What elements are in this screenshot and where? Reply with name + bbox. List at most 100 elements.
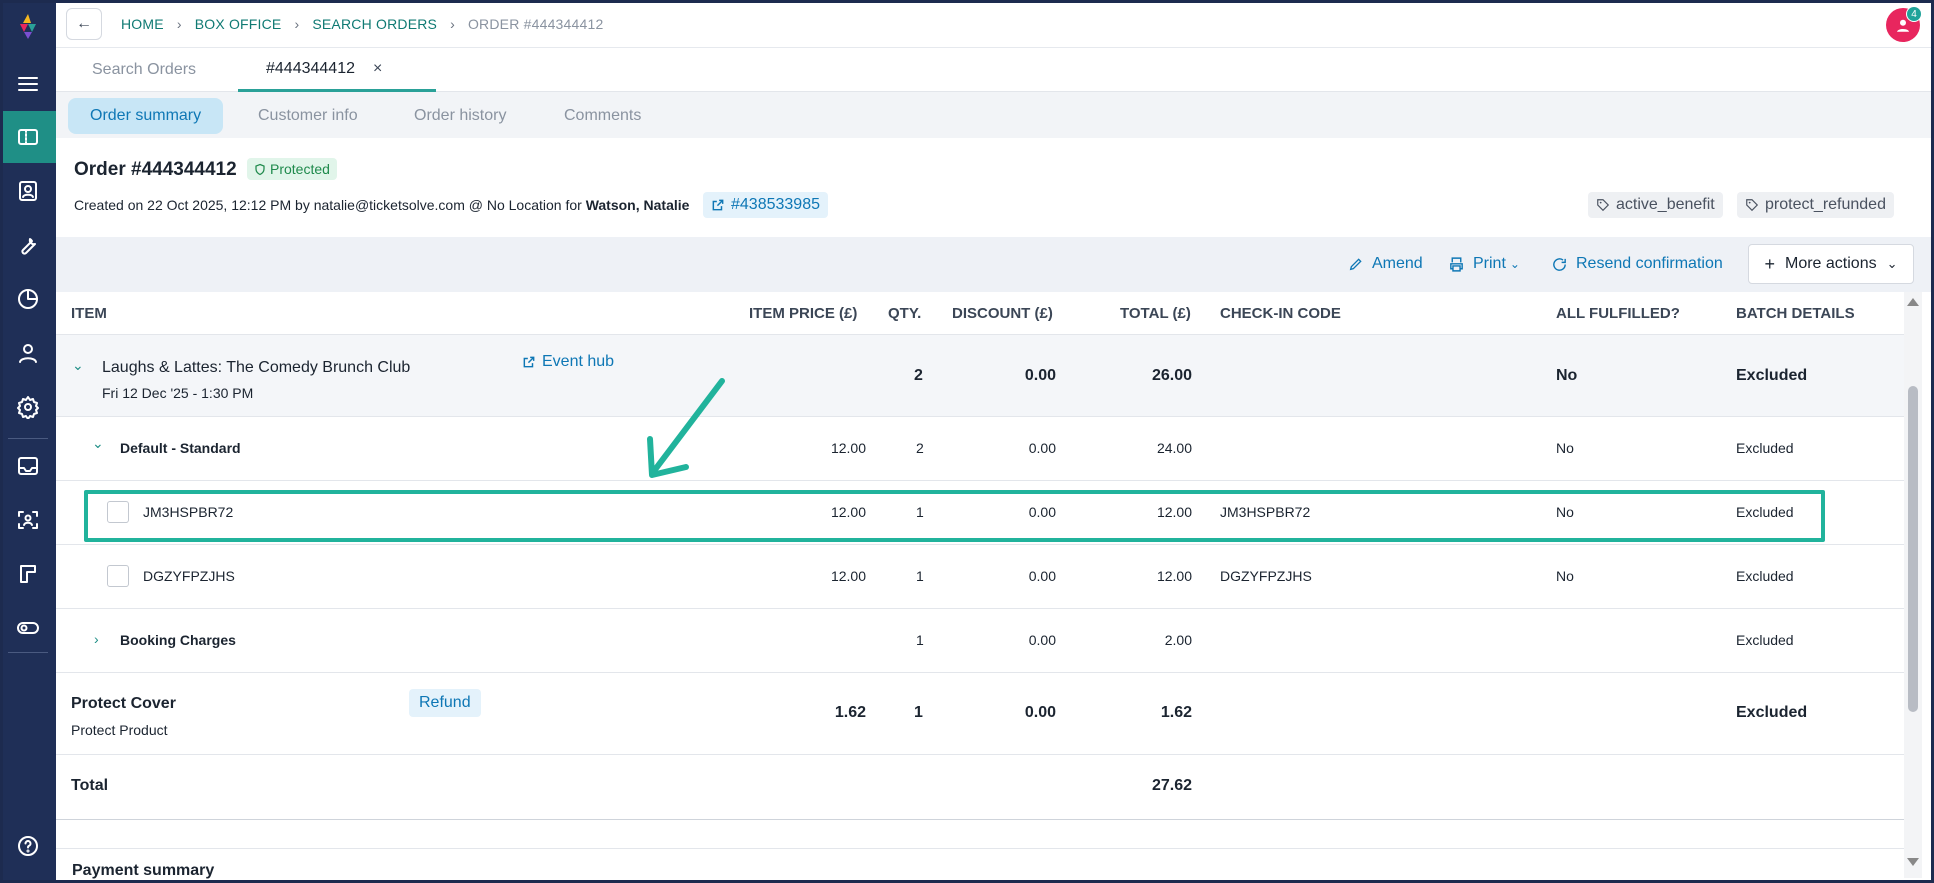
section-divider bbox=[56, 848, 1904, 849]
order-items-table: ITEM ITEM PRICE (£) QTY. DISCOUNT (£) TO… bbox=[56, 292, 1904, 878]
price-group-batch: Excluded bbox=[1736, 440, 1794, 456]
col-item: ITEM bbox=[71, 304, 107, 322]
tag-active-benefit[interactable]: active_benefit bbox=[1588, 192, 1723, 218]
table-row-ticket[interactable]: DGZYFPZJHS 12.00 1 0.00 12.00 DGZYFPZJHS… bbox=[56, 544, 1904, 608]
protect-total: 1.62 bbox=[1160, 704, 1192, 721]
table-header: ITEM ITEM PRICE (£) QTY. DISCOUNT (£) TO… bbox=[56, 292, 1904, 334]
scroll-up-icon[interactable] bbox=[1907, 298, 1919, 306]
amend-button[interactable]: Amend bbox=[1348, 251, 1423, 277]
print-button[interactable]: Print ⌄ bbox=[1448, 251, 1520, 277]
col-discount: DISCOUNT (£) bbox=[952, 304, 1053, 322]
col-total: TOTAL (£) bbox=[1120, 304, 1191, 322]
event-hub-link[interactable]: Event hub bbox=[514, 349, 622, 375]
price-group-qty: 2 bbox=[916, 440, 924, 456]
scroll-down-icon[interactable] bbox=[1907, 858, 1919, 866]
order-created-info: Created on 22 Oct 2025, 12:12 PM by nata… bbox=[74, 197, 689, 213]
table-row-event[interactable]: ⌄ Laughs & Lattes: The Comedy Brunch Clu… bbox=[56, 334, 1904, 416]
user-icon[interactable] bbox=[0, 327, 56, 379]
scroll-thumb[interactable] bbox=[1908, 386, 1918, 712]
ticket-batch: Excluded bbox=[1736, 504, 1794, 520]
tab-order-history[interactable]: Order history bbox=[392, 98, 528, 134]
tools-wrench-icon[interactable] bbox=[0, 219, 56, 271]
ticket-checkbox[interactable] bbox=[107, 565, 129, 587]
customer-name[interactable]: Watson, Natalie bbox=[586, 197, 690, 213]
ticketsolve-logo-icon[interactable] bbox=[14, 12, 42, 40]
chevron-right-icon[interactable]: › bbox=[94, 631, 99, 647]
booking-charges-total: 2.00 bbox=[1164, 632, 1192, 648]
board-icon[interactable] bbox=[0, 548, 56, 600]
breadcrumb-box-office[interactable]: BOX OFFICE bbox=[195, 16, 282, 32]
booking-charges-qty: 1 bbox=[916, 632, 924, 648]
tab-order[interactable]: #444344412 × bbox=[238, 48, 436, 92]
breadcrumb-search-orders[interactable]: SEARCH ORDERS bbox=[312, 16, 437, 32]
tag-label: protect_refunded bbox=[1765, 196, 1886, 213]
refresh-icon bbox=[1553, 257, 1566, 271]
external-link-icon bbox=[523, 356, 535, 368]
shield-icon bbox=[255, 163, 265, 175]
col-batch-details: BATCH DETAILS bbox=[1736, 304, 1855, 322]
chevron-down-icon: ⌄ bbox=[1509, 257, 1520, 271]
total-value: 27.62 bbox=[1151, 777, 1192, 794]
inbox-icon[interactable] bbox=[0, 440, 56, 492]
tag-icon bbox=[1597, 199, 1610, 212]
ticket-code: DGZYFPZJHS bbox=[143, 568, 235, 584]
ticket-discount: 0.00 bbox=[1028, 504, 1056, 520]
chevron-down-icon[interactable]: ⌄ bbox=[92, 435, 104, 452]
linked-order-link[interactable]: #438533985 bbox=[703, 192, 828, 218]
help-icon[interactable] bbox=[0, 820, 56, 872]
status-badge: Protected bbox=[247, 158, 337, 180]
event-hub-label: Event hub bbox=[542, 353, 615, 370]
chevron-right-icon: › bbox=[294, 16, 300, 32]
tag-protect-refunded[interactable]: protect_refunded bbox=[1737, 192, 1894, 218]
protect-product-label: Protect Product bbox=[71, 722, 168, 738]
breadcrumb-current-order: ORDER #444344412 bbox=[467, 16, 604, 32]
tag-icon bbox=[1746, 199, 1759, 212]
more-actions-button[interactable]: + More actions ⌄ bbox=[1748, 244, 1914, 284]
tab-customer-info[interactable]: Customer info bbox=[236, 98, 380, 134]
price-group-name: Default - Standard bbox=[120, 440, 241, 456]
tab-label: #444344412 bbox=[266, 59, 355, 77]
scan-user-icon[interactable] bbox=[0, 494, 56, 546]
protect-discount: 0.00 bbox=[1024, 704, 1056, 721]
breadcrumb: HOME › BOX OFFICE › SEARCH ORDERS › ORDE… bbox=[121, 16, 603, 32]
refund-button[interactable]: Refund bbox=[409, 689, 481, 717]
ticket-checkbox[interactable] bbox=[107, 501, 129, 523]
ticket-checkin-code: JM3HSPBR72 bbox=[1220, 504, 1311, 520]
price-group-fulfilled: No bbox=[1556, 440, 1574, 456]
user-avatar[interactable]: 4 bbox=[1886, 6, 1922, 42]
settings-gear-icon[interactable] bbox=[0, 381, 56, 433]
contacts-icon[interactable] bbox=[0, 165, 56, 217]
tab-comments[interactable]: Comments bbox=[542, 98, 663, 134]
vertical-scrollbar[interactable] bbox=[1904, 292, 1922, 878]
chevron-down-icon[interactable]: ⌄ bbox=[72, 357, 84, 374]
close-icon[interactable]: × bbox=[373, 60, 382, 78]
page-title: Order #444344412 bbox=[74, 159, 237, 180]
breadcrumb-home[interactable]: HOME bbox=[121, 16, 164, 32]
menu-icon[interactable] bbox=[0, 58, 56, 110]
col-qty: QTY. bbox=[888, 304, 922, 322]
box-office-ticket-icon[interactable] bbox=[0, 111, 56, 163]
resend-confirmation-button[interactable]: Resend confirmation bbox=[1551, 251, 1723, 277]
table-row-price-group[interactable]: ⌄ Default - Standard 12.00 2 0.00 24.00 … bbox=[56, 416, 1904, 480]
price-group-discount: 0.00 bbox=[1028, 440, 1056, 456]
table-row-ticket[interactable]: JM3HSPBR72 12.00 1 0.00 12.00 JM3HSPBR72… bbox=[56, 480, 1904, 544]
ticket-total: 12.00 bbox=[1156, 568, 1192, 584]
ticket-qty: 1 bbox=[916, 504, 924, 520]
tab-order-summary[interactable]: Order summary bbox=[68, 98, 224, 134]
plus-icon: + bbox=[1764, 253, 1775, 274]
col-item-price: ITEM PRICE (£) bbox=[749, 304, 858, 322]
booking-charges-batch: Excluded bbox=[1736, 632, 1794, 648]
toggle-icon[interactable] bbox=[0, 602, 56, 654]
table-row-protect-cover[interactable]: Protect Cover Protect Product Refund 1.6… bbox=[56, 672, 1904, 754]
booking-charges-discount: 0.00 bbox=[1028, 632, 1056, 648]
tab-search-orders[interactable]: Search Orders bbox=[92, 48, 196, 92]
more-actions-label: More actions bbox=[1785, 255, 1877, 272]
back-button[interactable]: ← bbox=[66, 8, 102, 40]
ticket-price: 12.00 bbox=[830, 504, 866, 520]
reports-pie-icon[interactable] bbox=[0, 273, 56, 325]
sidebar-divider bbox=[8, 652, 48, 653]
event-name: Laughs & Lattes: The Comedy Brunch Club bbox=[102, 359, 411, 376]
table-row-booking-charges[interactable]: › Booking Charges 1 0.00 2.00 Excluded bbox=[56, 608, 1904, 672]
external-link-icon bbox=[712, 199, 724, 211]
annotation-arrow-icon bbox=[647, 378, 725, 478]
